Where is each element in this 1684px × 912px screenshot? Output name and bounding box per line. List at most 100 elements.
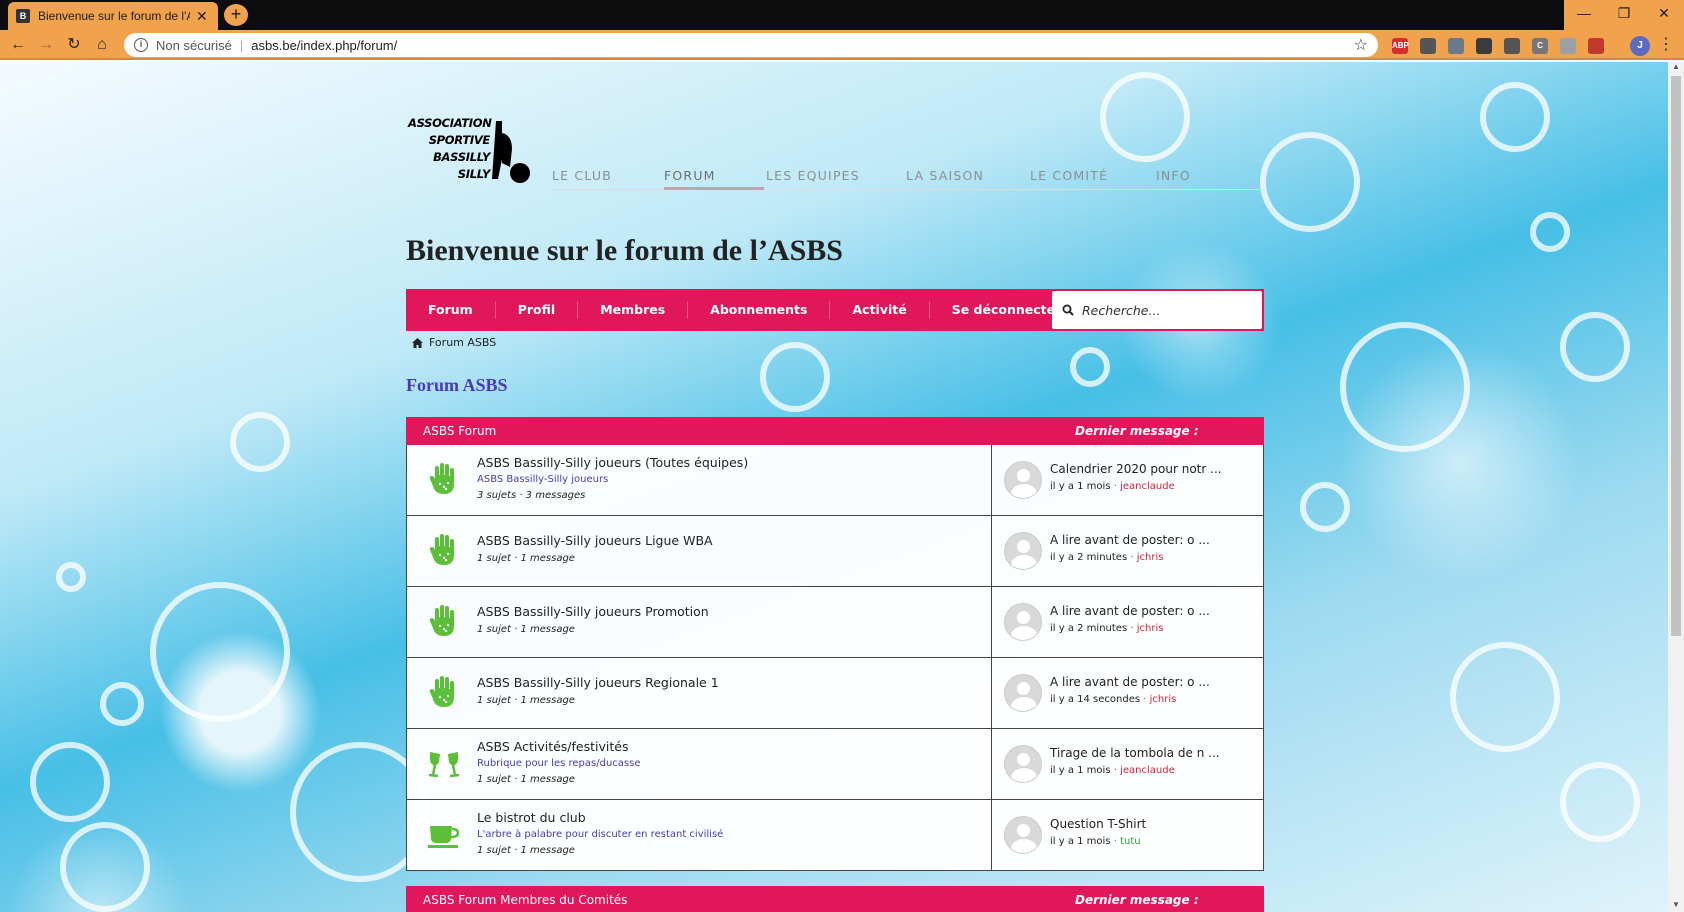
info-icon[interactable]: i — [134, 38, 148, 52]
last-message-author[interactable]: · jeanclaude — [1114, 765, 1175, 776]
avatar[interactable] — [1004, 745, 1042, 783]
browser-tab[interactable]: B Bienvenue sur le forum de l'ASBS ✕ — [8, 2, 218, 30]
forum-nav-forum[interactable]: Forum — [406, 301, 496, 319]
nav-info[interactable]: INFO — [1156, 158, 1236, 190]
decor-bubble — [230, 412, 290, 472]
extension-icon[interactable]: ABP — [1392, 38, 1409, 54]
last-message-link[interactable]: Question T-Shirt — [1050, 817, 1146, 831]
extension-icon[interactable] — [1420, 38, 1436, 54]
avatar[interactable] — [1004, 816, 1042, 854]
last-message-link[interactable]: A lire avant de poster: o ... — [1050, 675, 1210, 689]
scroll-down-icon[interactable]: ▼ — [1668, 900, 1684, 912]
forum-title-link[interactable]: ASBS Activités/festivités — [477, 739, 641, 754]
restore-icon[interactable]: ❐ — [1604, 0, 1644, 30]
extension-icon[interactable]: C — [1532, 38, 1548, 54]
back-icon[interactable]: ← — [8, 35, 28, 55]
last-message-link[interactable]: Calendrier 2020 pour notr ... — [1050, 462, 1222, 476]
section-title[interactable]: ASBS Forum — [406, 424, 991, 438]
forum-title[interactable]: Forum ASBS — [406, 375, 508, 396]
forum-row-text: ASBS Activités/festivités Rubrique pour l… — [477, 739, 641, 785]
forum-title-link[interactable]: Le bistrot du club — [477, 810, 723, 825]
forum-stats: 3 sujets · 3 messages — [477, 490, 586, 501]
forum-row-main: ASBS Bassilly-Silly joueurs (Toutes équi… — [407, 445, 992, 515]
forum-title-link[interactable]: ASBS Bassilly-Silly joueurs Promotion — [477, 604, 709, 619]
last-message-header: Dernier message : — [1075, 893, 1199, 907]
nav-le-comite[interactable]: LE COMITÉ — [1030, 158, 1156, 190]
extension-icon[interactable] — [1504, 38, 1520, 54]
close-window-icon[interactable]: ✕ — [1644, 0, 1684, 30]
author-name[interactable]: jeanclaude — [1120, 481, 1175, 492]
nav-les-equipes[interactable]: LES EQUIPES — [764, 158, 906, 190]
forum-row: ASBS Bassilly-Silly joueurs Regionale 1 1… — [406, 658, 1264, 729]
minimize-icon[interactable]: — — [1564, 0, 1604, 30]
last-message-meta: il y a 2 minutes · jchris — [1050, 623, 1210, 634]
forum-row-text: ASBS Bassilly-Silly joueurs Ligue WBA 1 s… — [477, 533, 713, 564]
avatar[interactable] — [1004, 532, 1042, 570]
forum-stats: 1 sujet · 1 message — [477, 695, 575, 706]
author-name[interactable]: jeanclaude — [1120, 765, 1175, 776]
avatar[interactable] — [1004, 674, 1042, 712]
home-icon[interactable] — [412, 337, 423, 348]
author-name[interactable]: jchris — [1137, 623, 1164, 634]
forum-stats: 1 sujet · 1 message — [477, 553, 575, 564]
home-icon[interactable]: ⌂ — [92, 35, 112, 55]
forward-icon[interactable]: → — [36, 35, 56, 55]
avatar[interactable] — [1004, 603, 1042, 641]
last-message-time: il y a 1 mois — [1050, 836, 1111, 847]
reload-icon[interactable]: ↻ — [64, 35, 84, 55]
nav-forum[interactable]: FORUM — [664, 158, 764, 190]
last-message-author[interactable]: · jchris — [1130, 552, 1163, 563]
last-message-author[interactable]: · jeanclaude — [1114, 481, 1175, 492]
extension-icon[interactable] — [1476, 38, 1492, 54]
author-name[interactable]: jchris — [1137, 552, 1164, 563]
forum-stats: 1 sujet · 1 message — [477, 774, 575, 785]
last-message-author[interactable]: · jchris — [1130, 623, 1163, 634]
glasses-icon — [427, 746, 461, 780]
last-message-text: A lire avant de poster: o ... il y a 14 s… — [1050, 675, 1210, 705]
extension-icon[interactable] — [1448, 38, 1464, 54]
last-message-link[interactable]: A lire avant de poster: o ... — [1050, 533, 1210, 547]
new-tab-button[interactable]: + — [224, 4, 248, 26]
url-text[interactable]: asbs.be/index.php/forum/ — [251, 38, 397, 53]
forum-nav-profil[interactable]: Profil — [496, 301, 579, 319]
forum-row-main: ASBS Bassilly-Silly joueurs Regionale 1 1… — [407, 658, 992, 728]
scroll-thumb[interactable] — [1671, 76, 1681, 636]
author-name[interactable]: jchris — [1150, 694, 1177, 705]
forum-title-link[interactable]: ASBS Bassilly-Silly joueurs (Toutes équi… — [477, 455, 748, 470]
scroll-up-icon[interactable]: ▲ — [1668, 62, 1684, 74]
last-message-header: Dernier message : — [1075, 424, 1199, 438]
forum-title-link[interactable]: ASBS Bassilly-Silly joueurs Regionale 1 — [477, 675, 719, 690]
profile-avatar[interactable]: J — [1630, 36, 1650, 56]
last-message-author[interactable]: · jchris — [1143, 694, 1176, 705]
forum-title-link[interactable]: ASBS Bassilly-Silly joueurs Ligue WBA — [477, 533, 713, 548]
forum-nav-activite[interactable]: Activité — [830, 301, 930, 319]
tab-close-icon[interactable]: ✕ — [196, 8, 208, 25]
logo-b-icon — [492, 121, 530, 183]
nav-la-saison[interactable]: LA SAISON — [906, 158, 1030, 190]
forum-stats: 1 sujet · 1 message — [477, 845, 575, 856]
site-logo[interactable]: ASSOCIATION SPORTIVE BASSILLY SILLY — [408, 115, 530, 185]
section-title[interactable]: ASBS Forum Membres du Comités — [406, 893, 991, 907]
nav-le-club[interactable]: LE CLUB — [552, 158, 664, 190]
breadcrumb-forum-link[interactable]: Forum ASBS — [429, 336, 496, 349]
avatar[interactable] — [1004, 461, 1042, 499]
bookmark-star-icon[interactable]: ☆ — [1354, 35, 1368, 55]
address-bar[interactable]: i Non sécurisé | asbs.be/index.php/forum… — [124, 33, 1378, 57]
forum-table-header: ASBS Forum Dernier message : — [406, 417, 1264, 445]
author-name[interactable]: tutu — [1120, 836, 1141, 847]
last-message-link[interactable]: Tirage de la tombola de n ... — [1050, 746, 1220, 760]
extension-icon[interactable] — [1560, 38, 1576, 54]
menu-icon[interactable]: ⋮ — [1656, 35, 1676, 55]
last-message-meta: il y a 14 secondes · jchris — [1050, 694, 1210, 705]
last-message-author[interactable]: · tutu — [1114, 836, 1141, 847]
breadcrumb: Forum ASBS — [412, 336, 496, 349]
forum-table: ASBS Forum Dernier message : ASBS Bassil… — [406, 417, 1264, 871]
page-scrollbar[interactable]: ▲ ▼ — [1668, 62, 1684, 912]
hand-icon — [427, 533, 461, 567]
last-message-link[interactable]: A lire avant de poster: o ... — [1050, 604, 1210, 618]
forum-nav-membres[interactable]: Membres — [578, 301, 689, 319]
logo-line: BASSILLY — [433, 150, 490, 164]
search-input[interactable] — [1082, 302, 1252, 318]
forum-nav-abonnements[interactable]: Abonnements — [688, 301, 831, 319]
extension-icon[interactable] — [1588, 38, 1604, 54]
